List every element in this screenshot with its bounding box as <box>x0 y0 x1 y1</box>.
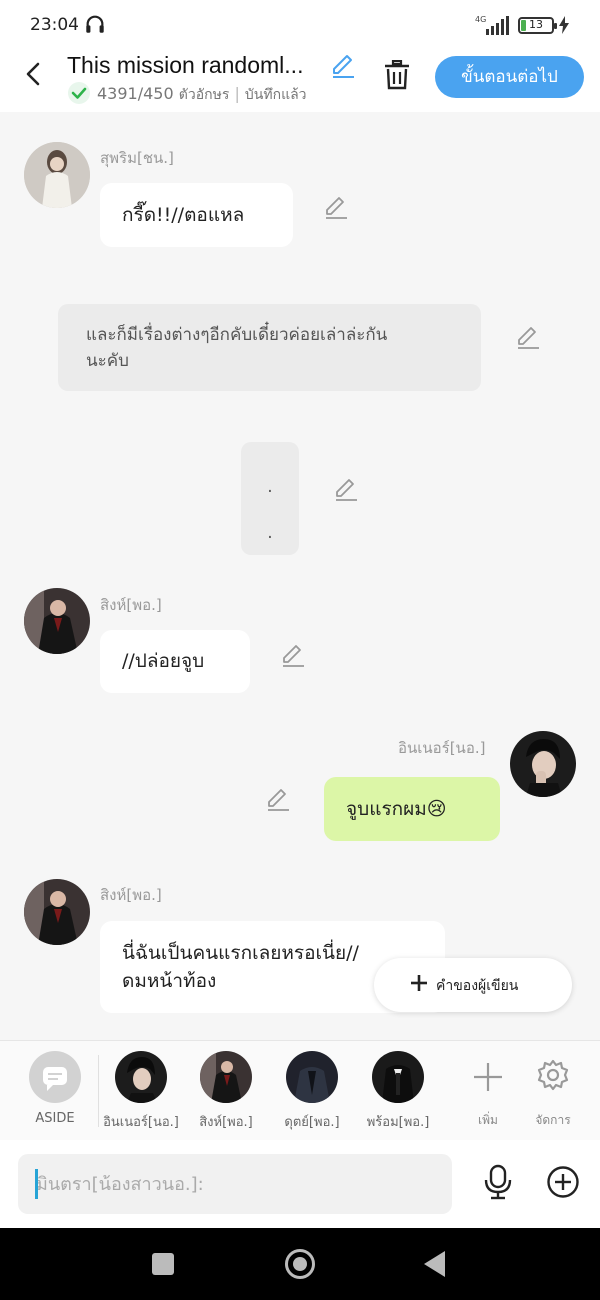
character-avatar <box>286 1051 338 1103</box>
charging-icon <box>559 16 569 34</box>
character-item[interactable]: อินเนอร์[นอ.] <box>101 1051 181 1132</box>
battery-level: 13 <box>529 18 543 31</box>
message-bubble[interactable]: //ปล่อยจูบ <box>100 630 250 693</box>
save-status: 4391/450 ตัวอักษร | บันทึกแล้ว <box>97 84 307 103</box>
gear-icon <box>537 1059 569 1091</box>
character-avatar <box>372 1051 424 1103</box>
network-label: 4G <box>475 15 486 24</box>
char-unit: ตัวอักษร <box>178 87 230 103</box>
editor-header: This mission randoml... 4391/450 ตัวอักษ… <box>0 50 600 112</box>
my-message-bubble[interactable]: จูบแรกผม😢 <box>324 777 500 841</box>
character-avatar <box>200 1051 252 1103</box>
manage-label: จัดการ <box>535 1113 571 1127</box>
narration-line: . <box>267 477 273 497</box>
signal-icon: 4G <box>475 15 509 35</box>
story-title: This mission randoml... <box>67 52 304 78</box>
status-time: 23:04 <box>30 15 79 35</box>
narration-bubble[interactable]: . . <box>241 442 299 555</box>
divider <box>98 1055 99 1127</box>
headphones-icon <box>86 15 104 33</box>
battery-icon: 13 <box>518 17 557 34</box>
plus-icon <box>474 1063 502 1091</box>
status-bar: 23:04 4G 13 <box>0 0 600 50</box>
message-text: //ปล่อยจูบ <box>122 650 205 672</box>
saved-label: บันทึกแล้ว <box>244 87 307 103</box>
character-label: อินเนอร์[นอ.] <box>103 1115 179 1130</box>
message-text: กรี๊ด!!//ตอแหล <box>122 204 245 226</box>
edit-title-icon[interactable] <box>330 53 356 79</box>
recents-button[interactable] <box>152 1253 174 1275</box>
plus-icon <box>411 975 427 991</box>
microphone-icon[interactable] <box>482 1164 514 1200</box>
avatar[interactable] <box>24 588 90 654</box>
message-text: นี่ฉันเป็นคนแรกเลยหรอเนี่ย// <box>122 942 359 964</box>
trash-icon[interactable] <box>383 60 411 90</box>
text-cursor <box>35 1169 38 1199</box>
character-name: สิงห์[พอ.] <box>100 596 162 614</box>
edit-icon[interactable] <box>323 194 349 220</box>
character-item[interactable]: สิงห์[พอ.] <box>186 1051 266 1132</box>
chat-area[interactable]: สุพริม[ชน.] กรี๊ด!!//ตอแหล และก็มีเรื่อง… <box>0 112 600 1040</box>
system-back-button[interactable] <box>424 1251 445 1277</box>
writer-note-label: คำของผู้เขียน <box>436 978 519 994</box>
narration-line: . <box>267 523 273 543</box>
character-name: สิงห์[พอ.] <box>100 886 162 904</box>
narration-bubble[interactable]: และก็มีเรื่องต่างๆอีกคับเดี๋ยวค่อยเล่าล่… <box>58 304 481 391</box>
avatar-image <box>24 142 90 208</box>
back-arrow-icon[interactable] <box>22 62 46 86</box>
edit-icon[interactable] <box>515 324 541 350</box>
character-name: อินเนอร์[นอ.] <box>398 739 486 757</box>
character-name: สุพริม[ชน.] <box>100 149 174 167</box>
character-label: พร้อม[พอ.] <box>366 1115 430 1130</box>
message-text: จูบแรกผม😢 <box>346 798 447 820</box>
narration-line: นะคับ <box>86 351 129 371</box>
avatar[interactable] <box>510 731 576 797</box>
message-input[interactable] <box>18 1154 452 1214</box>
message-bubble[interactable]: กรี๊ด!!//ตอแหล <box>100 183 293 247</box>
check-icon <box>68 82 90 104</box>
writer-note-button[interactable]: คำของผู้เขียน <box>374 958 572 1012</box>
character-item[interactable]: ดุตย์[พอ.] <box>272 1051 352 1132</box>
narration-line: และก็มีเรื่องต่างๆอีกคับเดี๋ยวค่อยเล่าล่… <box>86 325 388 345</box>
avatar-image <box>510 731 576 797</box>
aside-avatar <box>29 1051 81 1103</box>
next-step-button[interactable]: ขั้นตอนต่อไป <box>435 56 584 98</box>
avatar-image <box>24 588 90 654</box>
character-avatar <box>115 1051 167 1103</box>
edit-icon[interactable] <box>265 786 291 812</box>
system-nav-bar <box>0 1228 600 1300</box>
avatar[interactable] <box>24 142 90 208</box>
avatar-image <box>24 879 90 945</box>
character-aside[interactable]: ASIDE <box>15 1051 95 1126</box>
avatar[interactable] <box>24 879 90 945</box>
character-label: ASIDE <box>35 1111 75 1126</box>
character-label: สิงห์[พอ.] <box>199 1115 253 1130</box>
chat-bubble-icon <box>43 1067 67 1091</box>
character-item[interactable]: พร้อม[พอ.] <box>358 1051 438 1132</box>
edit-icon[interactable] <box>280 642 306 668</box>
edit-icon[interactable] <box>333 476 359 502</box>
character-selector: ASIDE อินเนอร์[นอ.] สิงห์[พอ.] ดุตย์[พอ.… <box>0 1040 600 1140</box>
home-button[interactable] <box>285 1249 315 1279</box>
character-label: ดุตย์[พอ.] <box>284 1115 340 1130</box>
add-circle-icon[interactable] <box>546 1165 580 1199</box>
composer <box>0 1140 600 1228</box>
char-count: 4391/450 <box>97 84 174 103</box>
manage-characters-button[interactable]: จัดการ <box>513 1051 593 1130</box>
